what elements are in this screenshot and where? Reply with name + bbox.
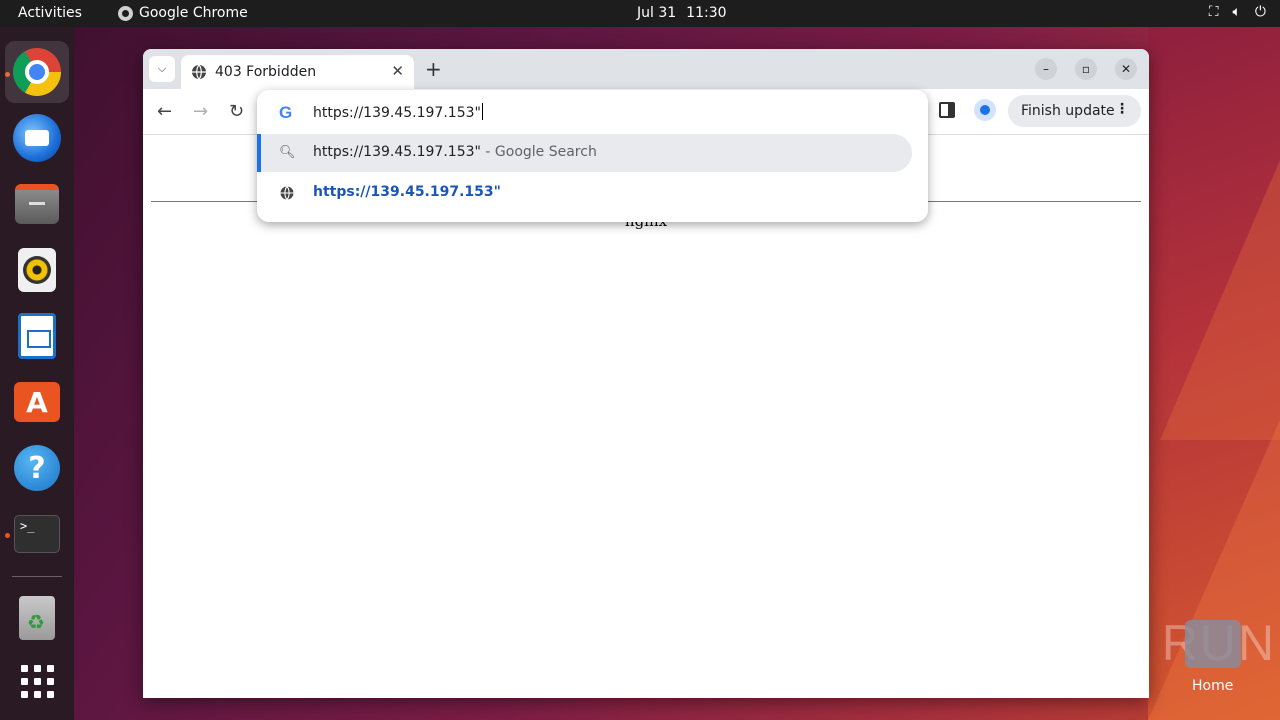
suggestion-suffix: - Google Search [480,144,597,160]
dock-item-trash[interactable] [5,587,69,649]
new-tab-button[interactable]: + [425,57,442,81]
globe-icon [192,64,206,80]
rhythmbox-icon [18,248,56,292]
help-icon: ? [14,445,60,491]
tab-strip: ⌵ 403 Forbidden ✕ + – ▫ ✕ [143,49,1149,89]
terminal-icon: >_ [14,515,60,553]
volume-icon: 🔈︎ [1232,4,1241,20]
side-panel-icon[interactable] [939,102,955,118]
profile-button[interactable] [974,99,996,121]
minimize-button[interactable]: – [1035,58,1057,80]
home-folder-icon[interactable] [1185,620,1241,668]
close-tab-icon[interactable]: ✕ [391,62,404,80]
trash-icon [19,596,55,640]
dock: A ? >_ [0,27,74,720]
address-bar[interactable]: G https://139.45.197.153" [257,90,928,134]
back-button[interactable]: ← [157,101,172,122]
tab-title: 403 Forbidden [215,64,317,80]
activities-button[interactable]: Activities [18,5,82,21]
suggestion-url[interactable]: https://139.45.197.153" [257,174,912,212]
wallpaper-shard [1148,420,1280,720]
show-applications-button[interactable] [5,650,69,712]
text-caret [481,103,483,120]
reload-button[interactable]: ↻ [229,101,244,122]
files-icon [15,184,59,224]
wallpaper-shard [1160,160,1280,440]
profile-icon [980,105,990,115]
finish-update-label: Finish update [1021,103,1115,119]
suggestion-url-text: https://139.45.197.153" [313,184,501,200]
google-icon: G [279,103,293,122]
finish-update-button[interactable]: Finish update ⋮ [1008,95,1141,127]
power-icon: ⏻ [1254,4,1266,20]
dock-item-help[interactable]: ? [5,437,69,499]
dock-item-software[interactable]: A [5,371,69,433]
kebab-menu-icon: ⋮ [1115,101,1129,117]
writer-icon [18,313,56,359]
omnibox-dropdown: G https://139.45.197.153" 🔍︎ https://139… [257,90,928,222]
app-name: Google Chrome [139,5,248,21]
dock-item-terminal[interactable]: >_ [5,503,69,565]
chrome-icon [13,48,61,96]
tab-active[interactable]: 403 Forbidden ✕ [181,55,414,89]
dock-item-rhythmbox[interactable] [5,239,69,301]
clock-date: Jul 31 [637,5,677,21]
app-menu[interactable]: Google Chrome [118,5,248,21]
tab-search-button[interactable]: ⌵ [149,56,175,82]
clock-time: 11:30 [686,5,727,21]
home-label: Home [1192,678,1234,694]
globe-icon [280,186,294,200]
suggestion-text: https://139.45.197.153" [313,144,481,160]
chevron-down-icon: ⌵ [157,62,167,75]
search-icon: 🔍︎ [279,145,296,160]
app-grid-icon [20,664,54,698]
chrome-icon [118,5,133,21]
address-input[interactable]: https://139.45.197.153" [313,105,481,121]
network-icon: ⛶ [1208,4,1219,20]
dock-item-thunderbird[interactable] [5,107,69,169]
system-tray[interactable]: ⛶ 🔈︎ ⏻ [1209,4,1266,20]
software-store-icon: A [14,382,60,422]
dock-separator [12,576,62,577]
dock-item-chrome[interactable] [5,41,69,103]
clock[interactable]: Jul 31 11:30 [637,5,727,21]
close-window-button[interactable]: ✕ [1115,58,1137,80]
maximize-button[interactable]: ▫ [1075,58,1097,80]
suggestion-search[interactable]: 🔍︎ https://139.45.197.153" - Google Sear… [257,134,912,172]
forward-button[interactable]: → [193,101,208,122]
thunderbird-icon [13,114,61,162]
dock-item-writer[interactable] [5,305,69,367]
top-bar: Activities Google Chrome Jul 31 11:30 ⛶ … [0,0,1280,27]
dock-item-files[interactable] [5,173,69,235]
